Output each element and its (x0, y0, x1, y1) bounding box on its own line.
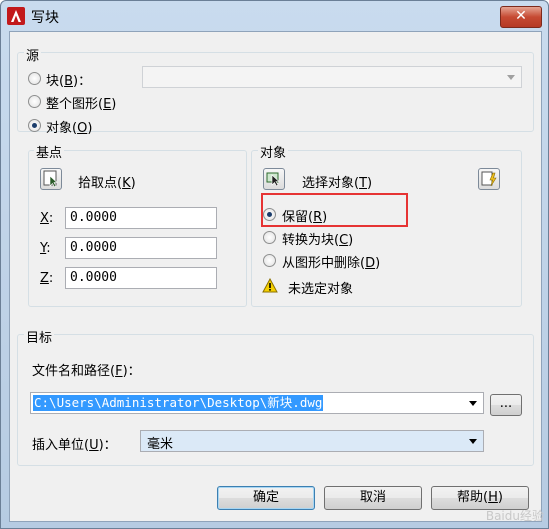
dialog-title: 写块 (31, 10, 59, 26)
radio-objects-label[interactable]: 对象(O) (46, 117, 92, 136)
select-objects-icon (266, 172, 280, 187)
radio-entire-drawing[interactable] (28, 95, 41, 108)
chevron-down-icon (469, 439, 477, 444)
units-label: 插入单位(U)： (32, 438, 117, 453)
file-path-value: C:\Users\Administrator\Desktop\新块.dwg (33, 395, 324, 411)
radio-objects[interactable] (28, 119, 41, 132)
y-label: Y: (40, 241, 51, 256)
insert-units-combo[interactable]: 毫米 (140, 430, 484, 452)
autocad-logo-icon (7, 7, 25, 25)
insert-units-value: 毫米 (147, 437, 174, 452)
select-objects-button[interactable] (263, 168, 285, 190)
radio-block-label[interactable]: 块(B)： (46, 70, 91, 89)
chevron-down-icon (469, 401, 477, 406)
x-label: X: (40, 211, 54, 226)
browse-button[interactable]: ... (490, 394, 522, 416)
annotation-highlight-box (261, 193, 408, 227)
block-name-combo[interactable] (142, 66, 522, 88)
cancel-button[interactable]: 取消 (324, 486, 422, 510)
select-objects-label[interactable]: 选择对象(T) (302, 172, 372, 191)
radio-delete-from-drawing-label[interactable]: 从图形中删除(D) (282, 252, 380, 271)
pick-point-icon (43, 170, 58, 188)
y-field[interactable]: 0.0000 (65, 237, 217, 259)
pick-point-label[interactable]: 拾取点(K) (78, 172, 136, 191)
warning-text: 未选定对象 (288, 282, 354, 297)
write-block-dialog: 写块 ✕ 源 块(B)： 整个图形(E) 对象(O) 基点 拾取点(K) X: … (0, 0, 549, 529)
radio-convert-to-block-label[interactable]: 转换为块(C) (282, 229, 353, 248)
pick-point-button[interactable] (40, 168, 62, 190)
source-group (17, 52, 534, 132)
z-label: Z: (40, 271, 54, 286)
watermark: Baidu经验 (485, 509, 544, 523)
chevron-down-icon (507, 75, 515, 80)
close-button[interactable]: ✕ (500, 6, 542, 28)
dialog-body: 源 块(B)： 整个图形(E) 对象(O) 基点 拾取点(K) X: 0.000… (9, 31, 542, 522)
radio-convert-to-block[interactable] (263, 231, 276, 244)
radio-entire-drawing-label[interactable]: 整个图形(E) (46, 93, 116, 112)
x-field[interactable]: 0.0000 (65, 207, 217, 229)
base-point-group-label: 基点 (34, 142, 65, 161)
source-group-label: 源 (24, 45, 42, 64)
ok-button[interactable]: 确定 (217, 486, 315, 510)
title-bar[interactable]: 写块 ✕ (1, 1, 548, 31)
destination-group-label: 目标 (24, 327, 55, 346)
z-field[interactable]: 0.0000 (65, 267, 217, 289)
file-path-combo[interactable]: C:\Users\Administrator\Desktop\新块.dwg (30, 392, 484, 414)
radio-delete-from-drawing[interactable] (263, 254, 276, 267)
warning-icon (262, 278, 278, 293)
quick-select-icon (481, 171, 497, 187)
path-label: 文件名和路径(F)： (32, 364, 141, 379)
close-icon: ✕ (515, 8, 527, 24)
objects-group-label: 对象 (258, 142, 289, 161)
quick-select-button[interactable] (478, 168, 500, 190)
radio-block[interactable] (28, 72, 41, 85)
